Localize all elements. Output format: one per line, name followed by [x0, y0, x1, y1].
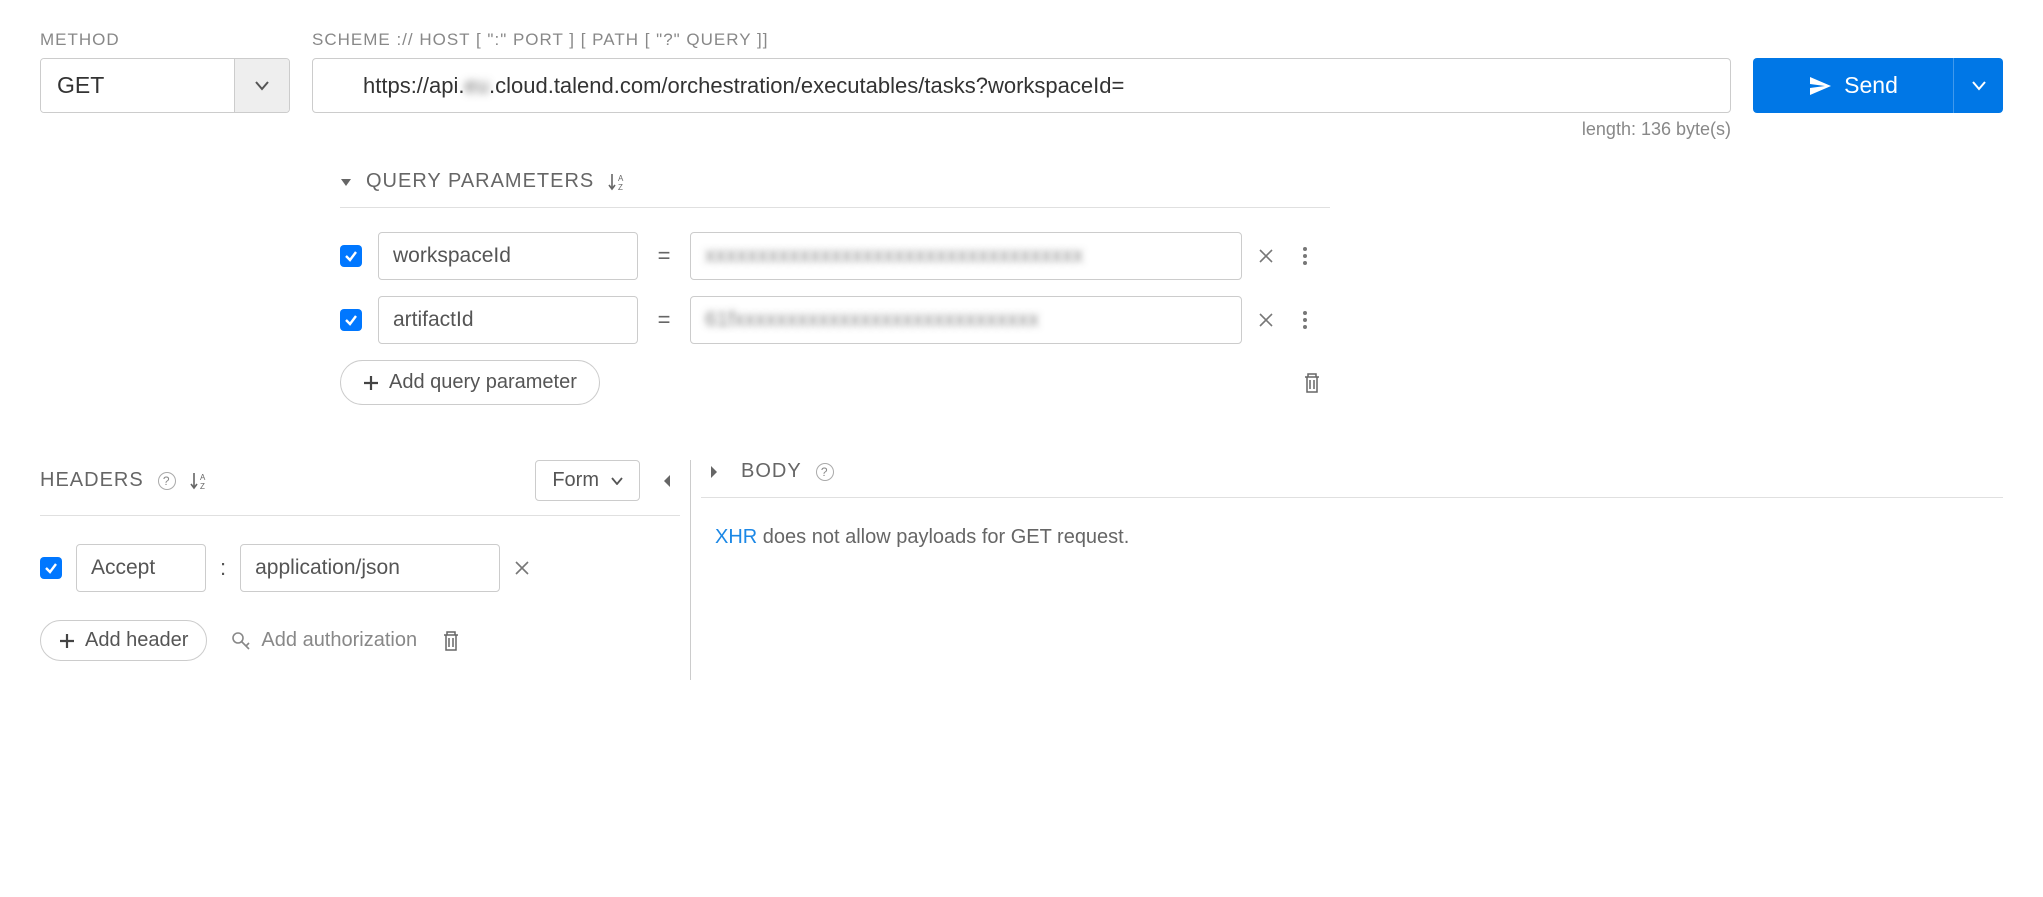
param-value-input[interactable]: xxxxxxxxxxxxxxxxxxxxxxxxxxxxxxxxxxxx [690, 232, 1242, 280]
trash-icon [1302, 372, 1322, 394]
add-header-label: Add header [85, 629, 188, 652]
delete-headers-button[interactable] [441, 630, 469, 652]
trash-icon [441, 630, 461, 652]
equals-sign: = [654, 243, 674, 269]
add-header-button[interactable]: Add header [40, 620, 207, 661]
caret-down-icon [611, 477, 623, 485]
url-input[interactable]: https://api.eu.cloud.talend.com/orchestr… [312, 58, 1731, 113]
x-icon [1258, 312, 1274, 328]
x-icon [514, 560, 530, 576]
body-message-rest: does not allow payloads for GET request. [757, 526, 1129, 548]
body-help-icon[interactable]: ? [816, 463, 834, 481]
add-authorization-button[interactable]: Add authorization [231, 629, 417, 652]
add-query-param-label: Add query parameter [389, 371, 577, 394]
clear-header-button[interactable] [514, 560, 542, 576]
key-icon [231, 631, 251, 651]
x-icon [1258, 248, 1274, 264]
url-label: SCHEME :// HOST [ ":" PORT ] [ PATH [ "?… [312, 30, 1731, 50]
svg-text:Z: Z [200, 482, 206, 491]
vertical-divider [690, 460, 691, 680]
param-menu-button[interactable] [1302, 246, 1330, 266]
plus-icon [363, 375, 379, 391]
param-checkbox[interactable] [340, 309, 362, 331]
header-name-input[interactable] [76, 544, 206, 592]
triangle-down-icon[interactable] [340, 176, 352, 188]
svg-text:Z: Z [618, 183, 623, 192]
kebab-icon [1302, 310, 1308, 330]
equals-sign: = [654, 307, 674, 333]
caret-down-icon [1972, 81, 1986, 91]
delete-params-button[interactable] [1302, 372, 1330, 394]
query-title: QUERY PARAMETERS [366, 170, 594, 193]
xhr-label: XHR [715, 526, 757, 548]
header-checkbox[interactable] [40, 557, 62, 579]
kebab-icon [1302, 246, 1308, 266]
body-message: XHR does not allow payloads for GET requ… [701, 526, 2003, 549]
send-icon [1808, 74, 1832, 98]
header-row: : [40, 544, 680, 592]
clear-param-button[interactable] [1258, 312, 1286, 328]
colon: : [220, 555, 226, 581]
send-label: Send [1844, 72, 1898, 99]
query-section-header: QUERY PARAMETERS AZ [340, 170, 1330, 208]
url-length: length: 136 byte(s) [312, 119, 1731, 140]
param-menu-button[interactable] [1302, 310, 1330, 330]
param-name-input[interactable] [378, 232, 638, 280]
sort-az-icon[interactable]: AZ [190, 471, 212, 491]
collapse-headers-icon[interactable] [654, 473, 680, 489]
check-icon [44, 561, 58, 575]
check-icon [344, 313, 358, 327]
param-name-input[interactable] [378, 296, 638, 344]
headers-title: HEADERS [40, 469, 144, 492]
param-row: = 61fxxxxxxxxxxxxxxxxxxxxxxxxxxxxx [340, 296, 1330, 344]
svg-text:A: A [200, 473, 206, 482]
add-authorization-label: Add authorization [261, 629, 417, 652]
add-query-param-button[interactable]: Add query parameter [340, 360, 600, 405]
sort-az-icon[interactable]: AZ [608, 172, 630, 192]
method-label: METHOD [40, 30, 290, 50]
param-value-input[interactable]: 61fxxxxxxxxxxxxxxxxxxxxxxxxxxxxx [690, 296, 1242, 344]
url-suffix: .cloud.talend.com/orchestration/executab… [489, 73, 1124, 99]
header-value-input[interactable] [240, 544, 500, 592]
send-button[interactable]: Send [1753, 58, 2003, 113]
headers-help-icon[interactable]: ? [158, 472, 176, 490]
plus-icon [59, 633, 75, 649]
method-select[interactable]: GET [40, 58, 290, 113]
param-value-blurred: xxxxxxxxxxxxxxxxxxxxxxxxxxxxxxxxxxxx [705, 244, 1083, 268]
param-value-blurred: 61fxxxxxxxxxxxxxxxxxxxxxxxxxxxxx [705, 308, 1039, 332]
headers-mode-select[interactable]: Form [535, 460, 640, 501]
send-dropdown[interactable] [1953, 58, 2003, 113]
caret-down-icon [255, 81, 269, 91]
url-blurred: eu [465, 73, 489, 99]
param-checkbox[interactable] [340, 245, 362, 267]
param-row: = xxxxxxxxxxxxxxxxxxxxxxxxxxxxxxxxxxxx [340, 232, 1330, 280]
body-title: BODY [741, 460, 802, 483]
headers-mode-label: Form [552, 469, 599, 492]
url-prefix: https://api. [363, 73, 465, 99]
method-dropdown-button[interactable] [234, 59, 289, 112]
check-icon [344, 249, 358, 263]
expand-body-icon[interactable] [701, 464, 727, 480]
svg-text:A: A [618, 174, 624, 183]
clear-param-button[interactable] [1258, 248, 1286, 264]
method-value: GET [41, 59, 234, 112]
